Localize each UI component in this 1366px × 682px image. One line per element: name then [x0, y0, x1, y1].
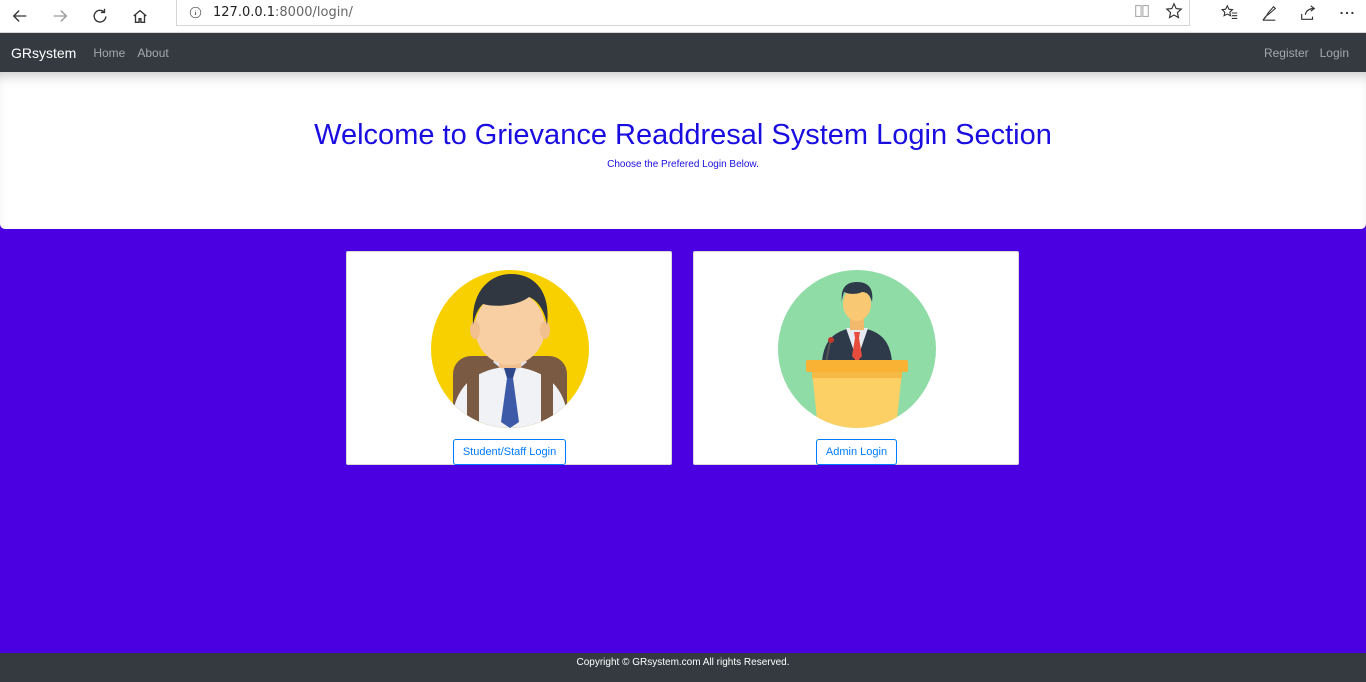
nav-register-link[interactable]: Register	[1264, 46, 1309, 60]
pen-icon	[1261, 5, 1276, 21]
brand-link[interactable]: GRsystem	[11, 45, 76, 61]
home-button[interactable]	[120, 0, 160, 33]
page-footer: Copyright © GRsystem.com All rights Rese…	[0, 653, 1366, 682]
browser-toolbar: 127.0.0.1:8000/login/	[0, 0, 1366, 33]
favorite-star-icon[interactable]	[1165, 2, 1183, 20]
share-button[interactable]	[1288, 0, 1327, 26]
share-icon	[1300, 5, 1315, 20]
forward-button[interactable]	[40, 0, 80, 33]
site-navbar: GRsystem Home About Register Login	[0, 33, 1366, 72]
page-title: Welcome to Grievance Readdresal System L…	[314, 119, 1052, 151]
refresh-icon	[93, 8, 107, 23]
info-icon[interactable]	[177, 6, 213, 19]
admin-login-card: Admin Login	[693, 251, 1019, 465]
nav-about-link[interactable]: About	[137, 46, 168, 60]
arrow-left-icon	[12, 10, 27, 22]
url-host: 127.0.0.1	[213, 5, 276, 20]
student-avatar-icon	[431, 270, 589, 428]
speaker-podium-icon	[778, 270, 936, 428]
more-button[interactable]	[1327, 0, 1366, 26]
url-text: 127.0.0.1:8000/login/	[213, 5, 353, 20]
back-button[interactable]	[0, 0, 40, 33]
page-subtitle: Choose the Prefered Login Below.	[607, 159, 759, 170]
address-bar[interactable]: 127.0.0.1:8000/login/	[176, 0, 1190, 26]
student-login-card: Student/Staff Login	[346, 251, 672, 465]
notes-button[interactable]	[1249, 0, 1288, 26]
student-staff-login-button[interactable]: Student/Staff Login	[453, 439, 566, 465]
home-icon	[133, 9, 147, 23]
favorites-list-icon	[1220, 4, 1237, 19]
welcome-jumbotron: Welcome to Grievance Readdresal System L…	[0, 72, 1366, 229]
more-dots-icon	[1339, 11, 1354, 15]
url-path: :8000/login/	[275, 5, 353, 20]
arrow-right-icon	[53, 10, 68, 22]
nav-home-link[interactable]: Home	[93, 46, 125, 60]
refresh-button[interactable]	[80, 0, 120, 33]
favorites-button[interactable]	[1210, 0, 1249, 26]
nav-login-link[interactable]: Login	[1320, 46, 1349, 60]
admin-login-button[interactable]: Admin Login	[816, 439, 897, 465]
copyright-text: Copyright © GRsystem.com All rights Rese…	[576, 657, 790, 668]
reading-view-icon[interactable]	[1133, 2, 1151, 20]
